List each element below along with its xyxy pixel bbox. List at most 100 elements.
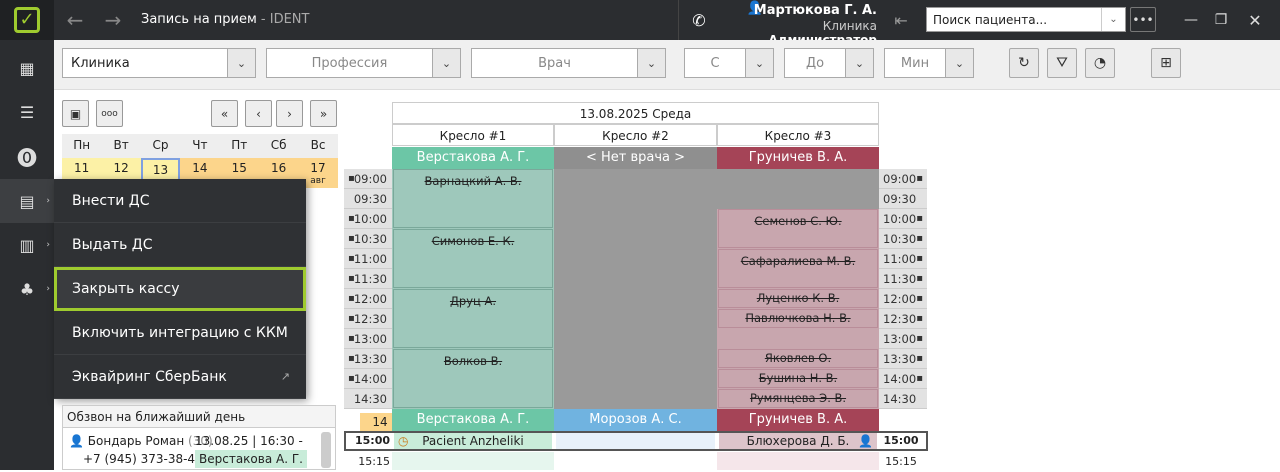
forward-arrow-icon[interactable]: → — [98, 0, 128, 40]
doctor-header[interactable]: Груничев В. А. — [717, 147, 879, 169]
ruble-nav-icon[interactable]: ⓿ — [0, 134, 54, 178]
search-input[interactable]: Поиск пациента... — [927, 13, 1101, 27]
chair-header: Кресло #3 — [717, 124, 879, 146]
appointment[interactable]: ◷ Pacient Anzheliki — [394, 433, 552, 449]
appointment[interactable]: Сафаралиева М. В. — [718, 249, 878, 288]
chevron-left-icon[interactable]: ‹ — [245, 100, 272, 127]
menu-item-sberbank[interactable]: Эквайринг СберБанк ↗ — [54, 355, 306, 399]
doctor-header[interactable]: Верстакова А. Г. — [392, 147, 554, 169]
patient-search[interactable]: Поиск пациента... ⌄ — [926, 7, 1126, 32]
slot-marker-icon: ▪ — [348, 333, 355, 344]
menu-item-close-cashbox[interactable]: Закрыть кассу — [54, 267, 306, 311]
appointment[interactable]: Волков В. — [393, 349, 553, 408]
day-number: 11 — [74, 161, 90, 175]
time-label: 13:30 — [353, 352, 387, 366]
double-right-icon[interactable]: » — [310, 100, 337, 127]
chevron-down-icon[interactable]: ⌄ — [227, 49, 255, 77]
schedule-nav-icon[interactable]: ▦ — [0, 46, 54, 90]
time-slot: ▪ 09:00 — [879, 169, 927, 189]
time-slot: ▪ 10:30 — [879, 229, 927, 249]
cashbox-nav-icon[interactable]: ▤ › — [0, 179, 54, 223]
calculator-icon[interactable]: ⊞ — [1151, 48, 1181, 78]
appointment[interactable]: Семенов С. Ю. — [718, 209, 878, 248]
time-label: 15:00 — [354, 434, 390, 447]
from-time-combo[interactable]: С ⌄ — [684, 48, 774, 78]
menu-item-deposit[interactable]: Внести ДС — [54, 179, 306, 223]
slot-marker-icon: ▪ — [916, 173, 923, 184]
call-patient[interactable]: 👤 Бондарь Роман (30) — [69, 434, 213, 448]
more-button[interactable]: ooo — [96, 100, 123, 127]
time-slot: ▪ 13:30 — [879, 349, 927, 369]
minimize-icon[interactable]: — — [1176, 0, 1206, 40]
empty-slot[interactable] — [392, 452, 554, 470]
reports-nav-icon[interactable]: ▥ › — [0, 223, 54, 267]
phone-icon[interactable]: ✆ — [684, 0, 714, 40]
time-slot: ▪ 13:30 — [344, 349, 392, 369]
more-button[interactable]: ••• — [1130, 7, 1156, 32]
tasks-nav-icon[interactable]: ☰ — [0, 90, 54, 134]
doctor-header[interactable]: Морозов А. С. — [554, 409, 717, 431]
today-calendar-icon[interactable]: ▣ — [62, 100, 89, 127]
appointment[interactable]: Бушина Н. В. — [718, 369, 878, 388]
appointment[interactable]: Павлючкова Н. В. — [718, 309, 878, 328]
empty-slot[interactable] — [556, 433, 715, 449]
time-label: 14:30 — [353, 392, 387, 406]
appointment[interactable]: Симонов Е. К. — [393, 229, 553, 288]
title-bar: ✓ ← → Запись на прием - IDENT ✆ 👤 Мартюк… — [0, 0, 1280, 47]
users-nav-icon[interactable]: ♣ › — [0, 267, 54, 311]
appointment[interactable]: Румянцева Э. В. — [718, 389, 878, 408]
appointment[interactable]: Блюхерова Д. Б. 👤 — [719, 433, 877, 449]
min-combo[interactable]: Мин ⌄ — [884, 48, 974, 78]
appointment[interactable]: Яковлев О. — [718, 349, 878, 368]
time-slot: ▪ 09:00 — [344, 169, 392, 189]
user-clinic: Клиника — [822, 19, 877, 33]
time-label: 15:15 — [885, 455, 917, 468]
doctor-header[interactable]: Верстакова А. Г. — [392, 409, 554, 431]
profession-combo[interactable]: Профессия ⌄ — [266, 48, 461, 78]
chevron-down-icon[interactable]: ⌄ — [637, 49, 665, 77]
to-time-combo[interactable]: До ⌄ — [784, 48, 874, 78]
call-date: 13.08.25 — [195, 434, 249, 448]
chevron-down-icon[interactable]: ⌄ — [845, 49, 873, 77]
empty-slot[interactable] — [717, 452, 879, 470]
scrollbar[interactable] — [321, 432, 331, 468]
exit-icon[interactable]: ⇤ — [886, 0, 916, 40]
restore-icon[interactable]: ❐ — [1206, 0, 1236, 40]
clinic-value: Клиника — [71, 55, 130, 71]
chevron-down-icon[interactable]: ⌄ — [1101, 8, 1125, 31]
time-label: 13:00 — [883, 332, 917, 346]
app-logo[interactable]: ✓ — [0, 0, 54, 40]
close-icon[interactable]: ✕ — [1240, 0, 1270, 40]
back-arrow-icon[interactable]: ← — [60, 0, 90, 40]
clinic-combo[interactable]: Клиника ⌄ — [62, 48, 256, 78]
time-slot: ▪ 12:00 — [344, 289, 392, 309]
appointment[interactable]: Варнацкий А. В. — [393, 169, 553, 228]
title-text: Запись на прием — [141, 12, 257, 27]
appointment[interactable]: Луценко К. В. — [718, 289, 878, 308]
doctor-combo[interactable]: Врач ⌄ — [471, 48, 666, 78]
chair3-empty[interactable] — [717, 169, 879, 209]
chevron-down-icon[interactable]: ⌄ — [945, 49, 973, 77]
check-icon: ✓ — [14, 7, 40, 33]
double-left-icon[interactable]: « — [211, 100, 238, 127]
appointment[interactable]: Друц А. — [393, 289, 553, 348]
doctor-placeholder: Врач — [538, 55, 571, 71]
chevron-down-icon[interactable]: ⌄ — [745, 49, 773, 77]
chevron-down-icon[interactable]: ⌄ — [432, 49, 460, 77]
doctor-header[interactable]: Груничев В. А. — [717, 409, 879, 431]
doctor-header[interactable]: < Нет врача > — [554, 147, 717, 169]
time-slot: ▪ 11:30 — [344, 269, 392, 289]
refresh-icon[interactable]: ↻ — [1009, 48, 1039, 78]
filter-clear-icon[interactable]: ⛛ — [1047, 48, 1077, 78]
time-label: 12:00 — [883, 292, 917, 306]
time-label: 13:00 — [353, 332, 387, 346]
chair2-column[interactable] — [554, 169, 717, 409]
weekday-label: Вт — [113, 138, 129, 152]
slot-marker-icon: ▪ — [348, 173, 355, 184]
time-label: 10:30 — [353, 232, 387, 246]
menu-item-kkm-integration[interactable]: Включить интеграцию с ККМ — [54, 311, 306, 355]
chevron-right-icon[interactable]: › — [276, 100, 303, 127]
timer-icon[interactable]: ◔ — [1085, 48, 1115, 78]
time-slot: ▪ 10:30 — [344, 229, 392, 249]
menu-item-withdraw[interactable]: Выдать ДС — [54, 223, 306, 267]
